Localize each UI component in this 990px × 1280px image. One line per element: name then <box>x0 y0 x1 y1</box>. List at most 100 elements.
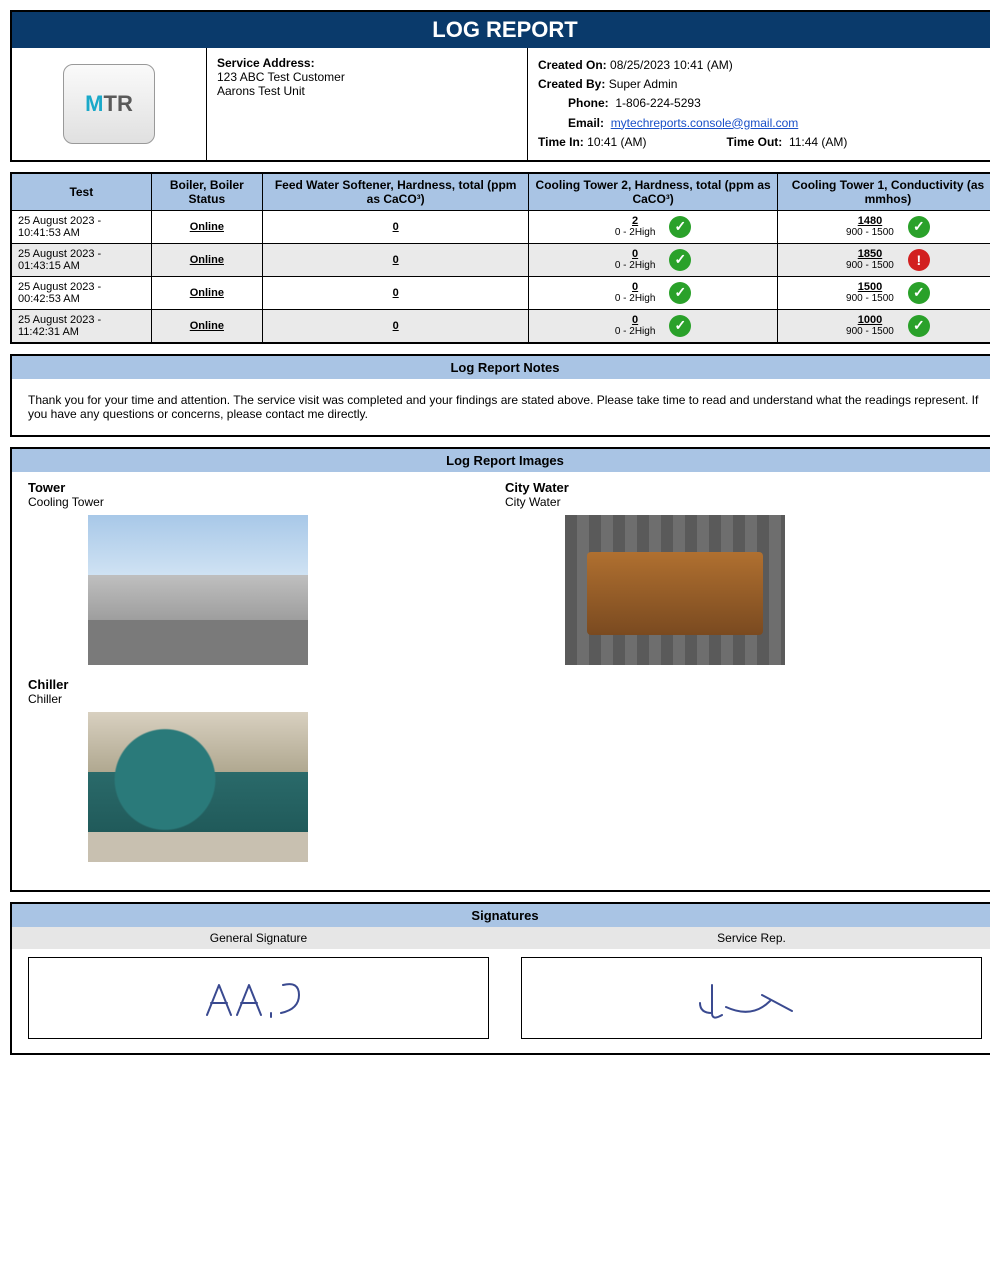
created-on-value: 08/25/2023 10:41 (AM) <box>610 58 733 72</box>
signature-row <box>12 949 990 1053</box>
signatures-heading: Signatures <box>12 904 990 927</box>
image-title: City Water <box>505 480 982 495</box>
time-out-label: Time Out: <box>727 135 783 149</box>
image-subtitle: Chiller <box>28 692 505 706</box>
reading-range: 900 - 1500 <box>846 293 894 304</box>
table-header-row: TestBoiler, Boiler StatusFeed Water Soft… <box>11 173 990 211</box>
cooling-tower-2-cell: 00 - 2High ✓ <box>529 309 778 343</box>
images-section: Log Report Images TowerCooling TowerCity… <box>10 447 990 892</box>
images-grid: TowerCooling TowerCity WaterCity WaterCh… <box>12 472 990 890</box>
notes-heading: Log Report Notes <box>12 356 990 379</box>
reading-value: 2 <box>615 215 656 227</box>
images-heading: Log Report Images <box>12 449 990 472</box>
created-by-label: Created By: <box>538 77 605 91</box>
reading-value: 1850 <box>846 248 894 260</box>
reading-range: 0 - 2High <box>615 293 656 304</box>
image-subtitle: Cooling Tower <box>28 495 505 509</box>
reading-range: 900 - 1500 <box>846 227 894 238</box>
reading-range: 900 - 1500 <box>846 260 894 271</box>
cooling-tower-1-cell: 1850900 - 1500! <box>777 243 990 276</box>
created-by-value: Super Admin <box>609 77 678 91</box>
service-address-label: Service Address: <box>217 56 517 70</box>
phone-value: 1-806-224-5293 <box>615 96 700 110</box>
meta-cell: Created On: 08/25/2023 10:41 (AM) Create… <box>528 48 990 160</box>
cooling-tower-1-cell: 1000900 - 1500✓ <box>777 309 990 343</box>
general-signature-glyph <box>199 973 319 1023</box>
boiler-status: Online <box>151 210 262 243</box>
phone-label: Phone: <box>538 94 609 113</box>
table-row: 25 August 2023 - 01:43:15 AMOnline000 - … <box>11 243 990 276</box>
ok-icon: ✓ <box>669 249 691 271</box>
image-placeholder <box>88 515 308 665</box>
image-subtitle: City Water <box>505 495 982 509</box>
test-timestamp: 25 August 2023 - 10:41:53 AM <box>11 210 151 243</box>
report-header: LOG REPORT MTR Service Address: 123 ABC … <box>10 10 990 162</box>
reading-value: 0 <box>269 254 522 266</box>
image-title: Chiller <box>28 677 505 692</box>
table-header-2: Feed Water Softener, Hardness, total (pp… <box>263 173 529 211</box>
image-item: TowerCooling Tower <box>28 480 505 665</box>
signature-labels: General Signature Service Rep. <box>12 927 990 949</box>
table-row: 25 August 2023 - 10:41:53 AMOnline020 - … <box>11 210 990 243</box>
image-title: Tower <box>28 480 505 495</box>
table-header-4: Cooling Tower 1, Conductivity (as mmhos) <box>777 173 990 211</box>
cooling-tower-2-cell: 00 - 2High ✓ <box>529 243 778 276</box>
boiler-status: Online <box>151 243 262 276</box>
boiler-status: Online <box>151 309 262 343</box>
report-title: LOG REPORT <box>12 12 990 48</box>
time-in-label: Time In: <box>538 135 584 149</box>
ok-icon: ✓ <box>669 282 691 304</box>
table-header-3: Cooling Tower 2, Hardness, total (ppm as… <box>529 173 778 211</box>
email-label: Email: <box>538 114 604 133</box>
test-timestamp: 25 August 2023 - 11:42:31 AM <box>11 309 151 343</box>
created-on-label: Created On: <box>538 58 607 72</box>
table-header-1: Boiler, Boiler Status <box>151 173 262 211</box>
notes-section: Log Report Notes Thank you for your time… <box>10 354 990 437</box>
feed-water-cell: 0 <box>263 210 529 243</box>
mtr-logo: MTR <box>63 64 155 144</box>
feed-water-cell: 0 <box>263 243 529 276</box>
reading-range: 0 - 2High <box>615 227 656 238</box>
reading-value: 0 <box>269 320 522 332</box>
service-address-line2: Aarons Test Unit <box>217 84 517 98</box>
ok-icon: ✓ <box>908 216 930 238</box>
reading-range: 0 - 2High <box>615 260 656 271</box>
reading-value: 0 <box>615 248 656 260</box>
reading-value: 1500 <box>846 281 894 293</box>
service-rep-signature-box <box>521 957 982 1039</box>
cooling-tower-1-cell: 1500900 - 1500 ✓ <box>777 276 990 309</box>
reading-value: 0 <box>615 314 656 326</box>
reading-value: 0 <box>269 287 522 299</box>
test-timestamp: 25 August 2023 - 01:43:15 AM <box>11 243 151 276</box>
alert-icon: ! <box>908 249 930 271</box>
ok-icon: ✓ <box>908 282 930 304</box>
time-in-value: 10:41 (AM) <box>587 135 646 149</box>
header-row: MTR Service Address: 123 ABC Test Custom… <box>12 48 990 160</box>
cooling-tower-2-cell: 00 - 2High ✓ <box>529 276 778 309</box>
signatures-section: Signatures General Signature Service Rep… <box>10 902 990 1055</box>
test-timestamp: 25 August 2023 - 00:42:53 AM <box>11 276 151 309</box>
notes-body: Thank you for your time and attention. T… <box>12 379 990 435</box>
ok-icon: ✓ <box>669 315 691 337</box>
table-row: 25 August 2023 - 00:42:53 AMOnline000 - … <box>11 276 990 309</box>
service-address-cell: Service Address: 123 ABC Test Customer A… <box>207 48 528 160</box>
reading-range: 900 - 1500 <box>846 326 894 337</box>
reading-value: 0 <box>615 281 656 293</box>
image-placeholder <box>88 712 308 862</box>
general-signature-label: General Signature <box>12 927 505 949</box>
email-link[interactable]: mytechreports.console@gmail.com <box>611 116 799 130</box>
cooling-tower-2-cell: 20 - 2High✓ <box>529 210 778 243</box>
service-rep-label: Service Rep. <box>505 927 990 949</box>
image-item: City WaterCity Water <box>505 480 982 665</box>
general-signature-box <box>28 957 489 1039</box>
table-row: 25 August 2023 - 11:42:31 AMOnline000 - … <box>11 309 990 343</box>
ok-icon: ✓ <box>908 315 930 337</box>
cooling-tower-1-cell: 1480900 - 1500 ✓ <box>777 210 990 243</box>
service-address-line1: 123 ABC Test Customer <box>217 70 517 84</box>
image-item: ChillerChiller <box>28 677 505 862</box>
logo-cell: MTR <box>12 48 207 160</box>
reading-range: 0 - 2High <box>615 326 656 337</box>
readings-table: TestBoiler, Boiler StatusFeed Water Soft… <box>10 172 990 344</box>
feed-water-cell: 0 <box>263 309 529 343</box>
reading-value: 1480 <box>846 215 894 227</box>
